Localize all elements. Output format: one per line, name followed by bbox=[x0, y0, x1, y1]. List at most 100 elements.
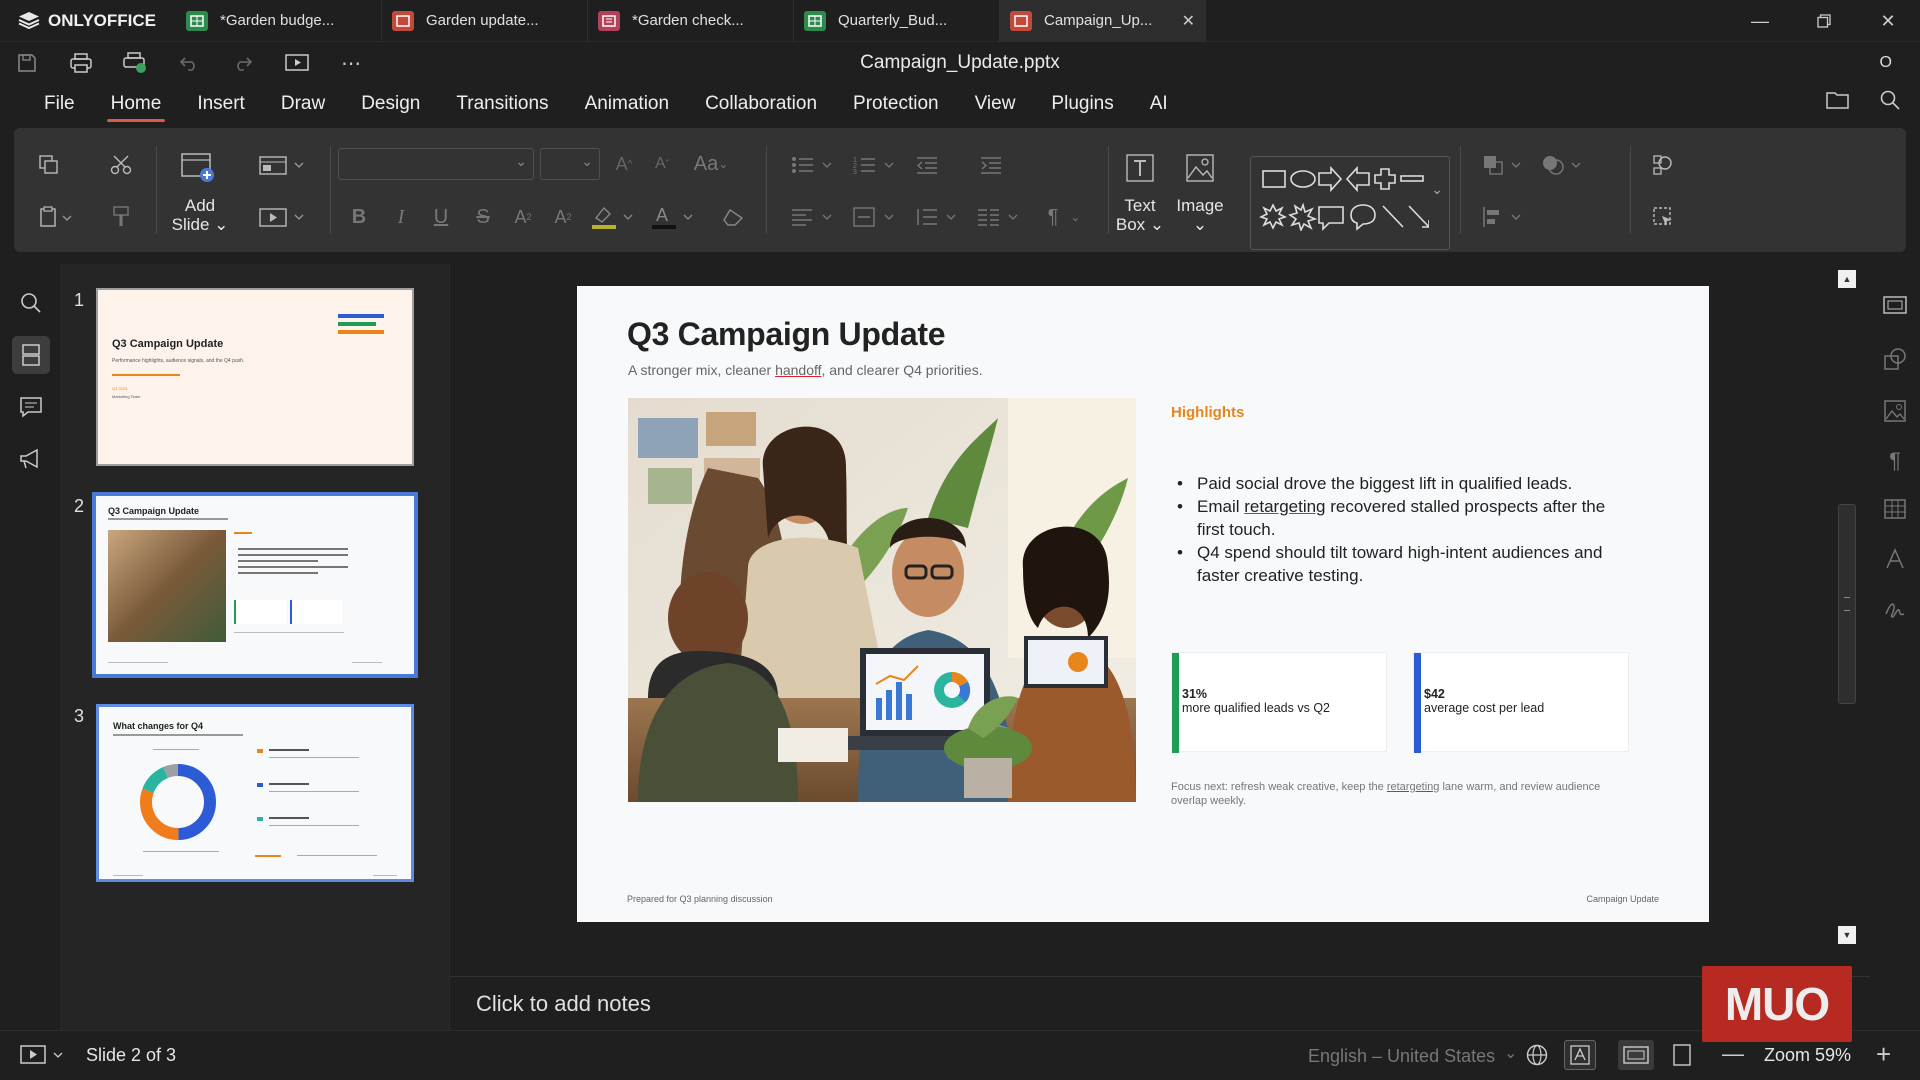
menu-view[interactable]: View bbox=[957, 84, 1034, 124]
scroll-thumb[interactable] bbox=[1838, 504, 1856, 704]
spellcheck-error[interactable]: retargeting bbox=[1387, 781, 1440, 793]
zoom-in-icon[interactable]: + bbox=[1876, 1039, 1891, 1070]
slide-settings-icon[interactable] bbox=[1880, 290, 1910, 320]
change-layout-icon[interactable] bbox=[254, 150, 310, 180]
language-select[interactable]: English – United States bbox=[1308, 1046, 1495, 1067]
stat-card-cost-per-lead[interactable]: $42 average cost per lead bbox=[1413, 652, 1629, 753]
line-spacing-icon[interactable] bbox=[912, 202, 968, 232]
print-icon[interactable] bbox=[54, 42, 108, 84]
horizontal-align-icon[interactable] bbox=[788, 202, 844, 232]
zoom-level[interactable]: Zoom 59% bbox=[1764, 1045, 1851, 1066]
highlight-color-icon[interactable] bbox=[588, 200, 638, 234]
paste-icon[interactable] bbox=[34, 202, 78, 232]
comments-icon[interactable] bbox=[12, 388, 50, 426]
open-file-location-icon[interactable] bbox=[1826, 90, 1850, 110]
arrange-icon[interactable] bbox=[1480, 150, 1530, 180]
menu-animation[interactable]: Animation bbox=[567, 84, 688, 124]
vertical-align-icon[interactable] bbox=[850, 202, 906, 232]
tab-garden-budget[interactable]: *Garden budge... bbox=[176, 0, 382, 42]
slide-2[interactable]: Q3 Campaign Update A stronger mix, clean… bbox=[577, 286, 1709, 922]
close-window-icon[interactable]: ✕ bbox=[1856, 0, 1920, 42]
slide-thumbnail-2[interactable]: Q3 Campaign Update bbox=[92, 492, 418, 678]
scroll-down-icon[interactable]: ▼ bbox=[1838, 926, 1856, 944]
language-dropdown-icon[interactable]: ⌄ bbox=[1504, 1043, 1517, 1063]
change-case-icon[interactable]: Aa ⌄ bbox=[686, 148, 736, 180]
table-settings-icon[interactable] bbox=[1880, 494, 1910, 524]
restore-icon[interactable] bbox=[1792, 0, 1856, 42]
signature-settings-icon[interactable] bbox=[1880, 594, 1910, 624]
menu-draw[interactable]: Draw bbox=[263, 84, 343, 124]
spellcheck-icon[interactable] bbox=[1564, 1040, 1596, 1070]
columns-icon[interactable] bbox=[974, 202, 1030, 232]
highlights-heading[interactable]: Highlights bbox=[1171, 404, 1244, 421]
text-box-button[interactable]: Text Box ⌄ bbox=[1110, 196, 1170, 234]
text-direction-icon[interactable]: ¶ ⌄ bbox=[1036, 202, 1092, 232]
text-box-icon[interactable] bbox=[1120, 150, 1160, 186]
clear-style-icon[interactable] bbox=[718, 202, 748, 232]
tab-garden-update[interactable]: Garden update... bbox=[382, 0, 588, 42]
close-tab-icon[interactable]: ✕ bbox=[1182, 11, 1195, 31]
start-slideshow-icon[interactable] bbox=[270, 42, 324, 84]
align-shape-icon[interactable] bbox=[1480, 202, 1530, 232]
slideshow-icon[interactable] bbox=[20, 1044, 66, 1071]
menu-design[interactable]: Design bbox=[343, 84, 438, 124]
decrease-indent-icon[interactable] bbox=[912, 150, 942, 180]
bold-icon[interactable]: B bbox=[344, 202, 374, 232]
menu-transitions[interactable]: Transitions bbox=[438, 84, 566, 124]
image-icon[interactable] bbox=[1180, 150, 1220, 186]
text-art-settings-icon[interactable] bbox=[1880, 544, 1910, 574]
tab-campaign-update[interactable]: Campaign_Up... ✕ bbox=[1000, 0, 1206, 42]
menu-protection[interactable]: Protection bbox=[835, 84, 957, 124]
increase-font-icon[interactable]: A ^ bbox=[608, 148, 640, 180]
slide-thumbnail-3[interactable]: What changes for Q4 bbox=[96, 704, 414, 882]
shape-settings-icon[interactable] bbox=[1880, 344, 1910, 374]
tab-quarterly-budget[interactable]: Quarterly_Bud... bbox=[794, 0, 1000, 42]
group-icon[interactable] bbox=[1540, 150, 1590, 180]
vertical-scrollbar[interactable]: ▲ ▼ bbox=[1836, 264, 1858, 948]
undo-icon[interactable] bbox=[162, 42, 216, 84]
redo-icon[interactable] bbox=[216, 42, 270, 84]
team-meeting-photo[interactable] bbox=[628, 398, 1136, 802]
add-slide-button[interactable]: Add Slide ⌄ bbox=[170, 196, 230, 234]
search-icon[interactable] bbox=[1880, 90, 1900, 110]
menu-insert[interactable]: Insert bbox=[179, 84, 263, 124]
minimize-icon[interactable]: — bbox=[1728, 0, 1792, 42]
save-icon[interactable] bbox=[0, 42, 54, 84]
focus-note[interactable]: Focus next: refresh weak creative, keep … bbox=[1171, 780, 1611, 808]
slide-subtitle[interactable]: A stronger mix, cleaner handoff, and cle… bbox=[628, 362, 983, 378]
menu-file[interactable]: File bbox=[26, 84, 93, 124]
slide-title[interactable]: Q3 Campaign Update bbox=[627, 316, 946, 353]
notes-panel[interactable]: Click to add notes bbox=[450, 976, 1870, 1030]
spellcheck-error[interactable]: retargeting bbox=[1244, 497, 1325, 516]
menu-ai[interactable]: AI bbox=[1132, 84, 1186, 124]
italic-icon[interactable]: I bbox=[386, 202, 416, 232]
increase-indent-icon[interactable] bbox=[976, 150, 1006, 180]
slide-footer-right[interactable]: Campaign Update bbox=[1586, 894, 1659, 904]
bullets-icon[interactable] bbox=[788, 150, 844, 180]
image-button[interactable]: Image ⌄ bbox=[1170, 196, 1230, 234]
spellcheck-error[interactable]: handoff bbox=[775, 362, 821, 378]
highlights-list[interactable]: Paid social drove the biggest lift in qu… bbox=[1171, 472, 1611, 587]
feedback-icon[interactable] bbox=[12, 440, 50, 478]
cut-icon[interactable] bbox=[106, 150, 136, 180]
strikethrough-icon[interactable]: S bbox=[468, 202, 498, 232]
shape-gallery[interactable]: ⌄ bbox=[1250, 156, 1450, 250]
fit-to-slide-icon[interactable] bbox=[1618, 1040, 1654, 1070]
image-settings-icon[interactable] bbox=[1880, 396, 1910, 426]
numbering-icon[interactable]: 123 bbox=[850, 150, 906, 180]
fit-to-width-icon[interactable] bbox=[1672, 1044, 1692, 1071]
copy-icon[interactable] bbox=[34, 150, 64, 180]
menu-home[interactable]: Home bbox=[93, 84, 180, 124]
menu-plugins[interactable]: Plugins bbox=[1033, 84, 1131, 124]
shape-gallery-more-icon[interactable]: ⌄ bbox=[1431, 181, 1443, 198]
paragraph-settings-icon[interactable]: ¶ bbox=[1880, 446, 1910, 476]
font-family-select[interactable] bbox=[338, 148, 534, 180]
underline-icon[interactable]: U bbox=[426, 202, 456, 232]
tab-garden-checklist[interactable]: *Garden check... bbox=[588, 0, 794, 42]
slide-thumbnail-1[interactable]: Q3 Campaign Update Performance highlight… bbox=[96, 288, 414, 466]
replace-icon[interactable] bbox=[1646, 150, 1680, 180]
user-avatar[interactable]: O bbox=[1880, 54, 1892, 72]
subscript-icon[interactable]: A2 bbox=[548, 202, 578, 232]
menu-collaboration[interactable]: Collaboration bbox=[687, 84, 835, 124]
add-slide-icon[interactable] bbox=[178, 150, 218, 186]
